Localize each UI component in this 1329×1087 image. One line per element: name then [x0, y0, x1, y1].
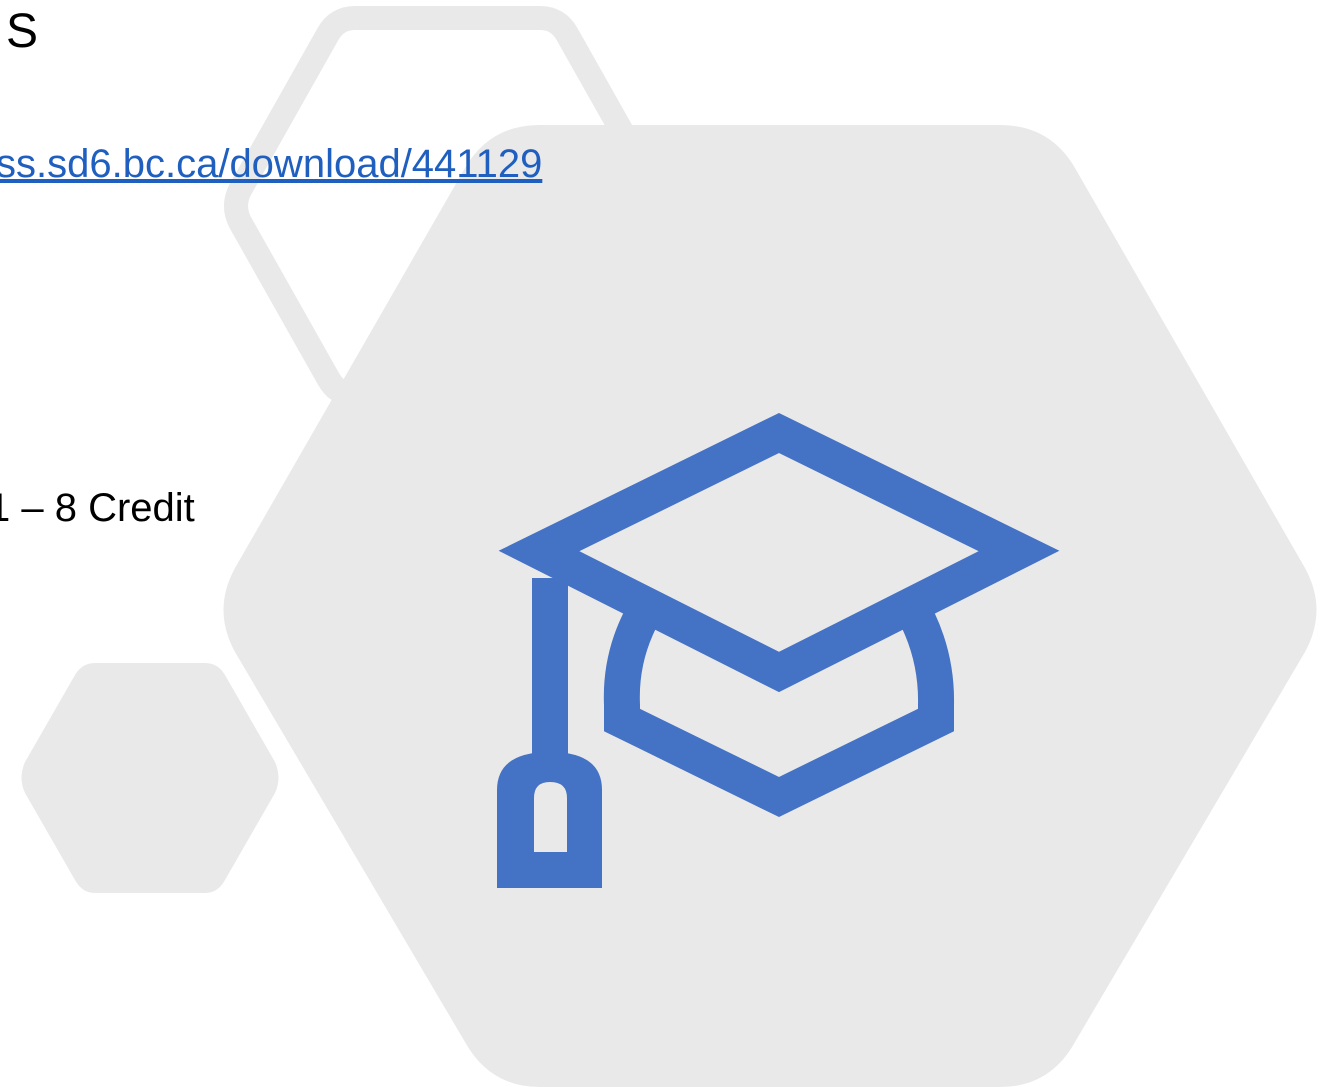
download-link[interactable]: ss.sd6.bc.ca/download/441129	[0, 144, 542, 184]
slide: S ss.sd6.bc.ca/download/441129 1 – 8 Cre…	[0, 0, 1329, 1087]
text-layer: S ss.sd6.bc.ca/download/441129 1 – 8 Cre…	[0, 0, 1329, 1087]
slide-title: S	[6, 5, 39, 58]
credit-text: 1 – 8 Credit	[0, 486, 195, 530]
